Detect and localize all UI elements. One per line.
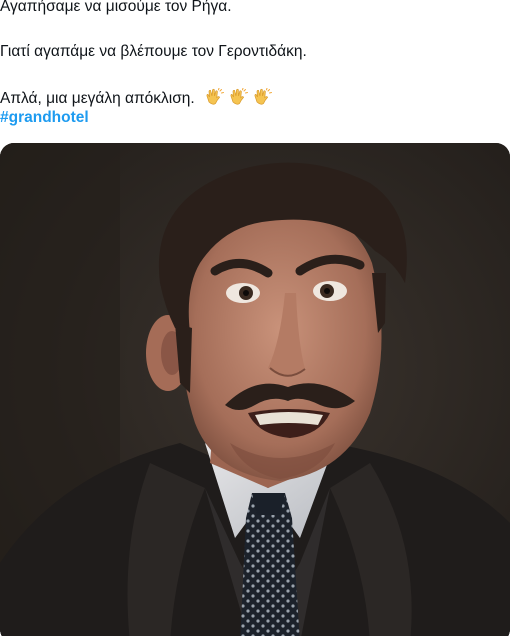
- tweet: Αγαπήσαμε να μισούμε τον Ρήγα. Γιατί αγα…: [0, 0, 528, 636]
- hashtag-link[interactable]: #grandhotel: [0, 108, 89, 128]
- tweet-text-line-3: Απλά, μια μεγάλη απόκλιση.: [0, 88, 273, 109]
- clapping-hands-icon: [229, 88, 249, 106]
- tweet-text-line-2: Γιατί αγαπάμε να βλέπουμε τον Γεροντιδάκ…: [0, 43, 307, 60]
- clapping-hands-icon: [205, 88, 225, 106]
- tweet-text-line-1: Αγαπήσαμε να μισούμε τον Ρήγα.: [0, 0, 232, 15]
- photo-illustration: [0, 143, 510, 636]
- tweet-text-line-3-text: Απλά, μια μεγάλη απόκλιση.: [0, 90, 195, 107]
- tweet-media-photo[interactable]: [0, 143, 510, 636]
- emoji-group: [202, 88, 273, 106]
- clapping-hands-icon: [253, 88, 273, 106]
